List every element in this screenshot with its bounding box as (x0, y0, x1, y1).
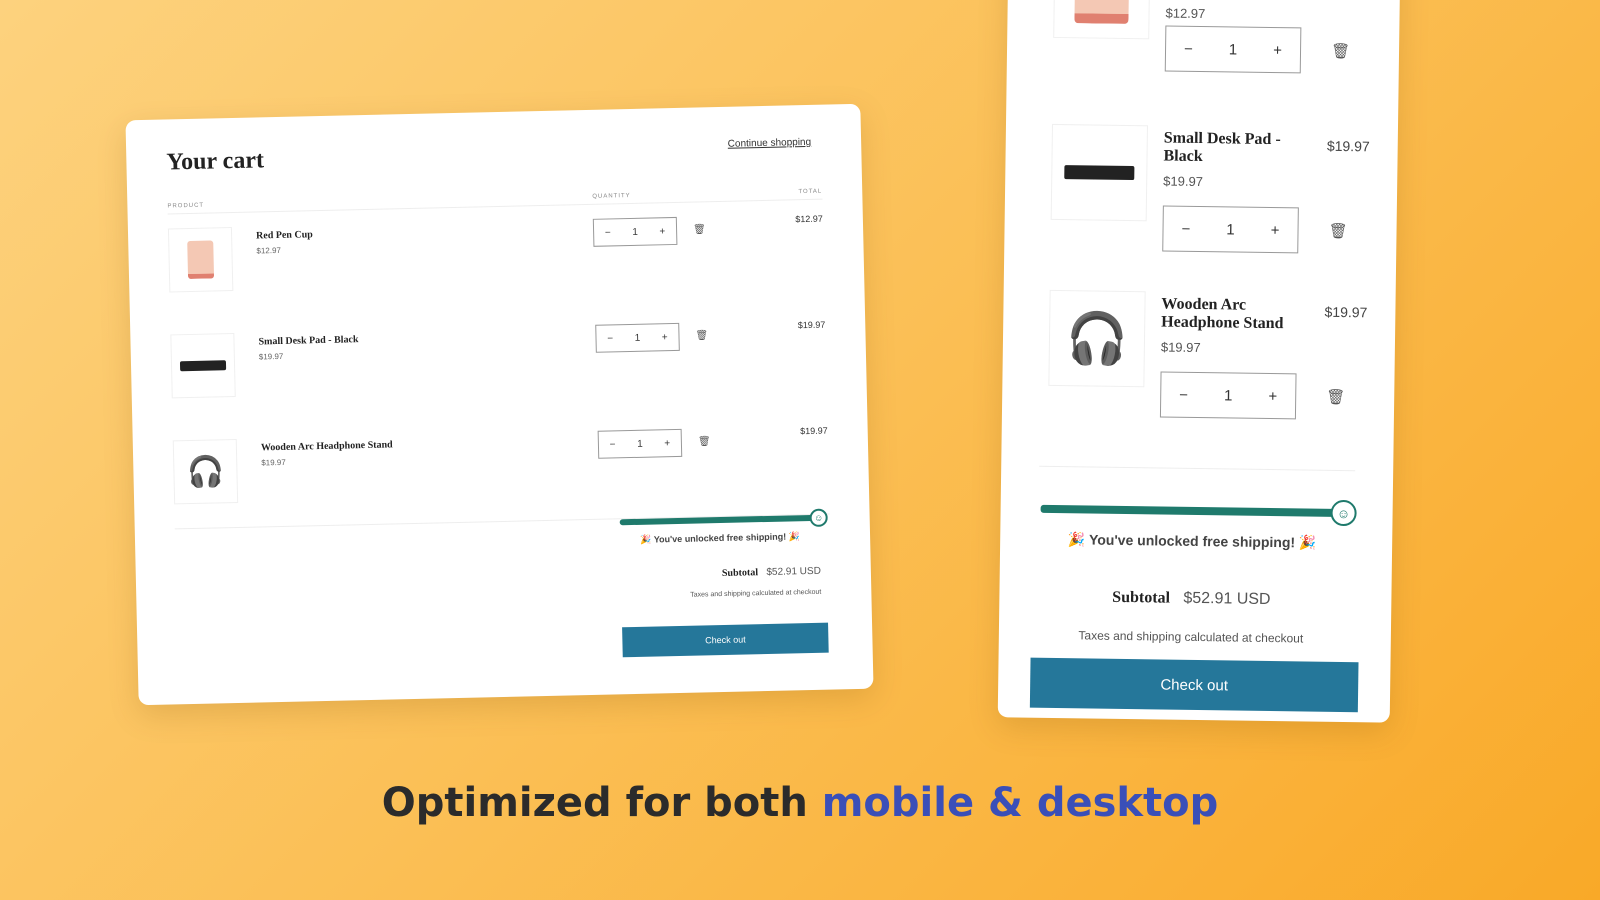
col-total: TOTAL (798, 188, 823, 196)
quantity-value[interactable]: 1 (632, 226, 638, 237)
shipping-message: 🎉 You've unlocked free shipping! 🎉 (1067, 531, 1317, 551)
table-header: PRODUCT QUANTITY TOTAL (166, 169, 823, 215)
mobile-cart: $12.97 − 1 + 🗑 Small Desk Pad - Black $19.… (997, 0, 1401, 723)
tagline-highlight: mobile & desktop (821, 780, 1219, 826)
quantity-stepper[interactable]: − 1 + (597, 428, 683, 459)
desk-pad-image (170, 332, 236, 399)
item-price: $12.97 (1165, 5, 1206, 22)
smile-icon: ☺ (809, 508, 828, 527)
desk-pad-image (1050, 123, 1148, 222)
plus-icon[interactable]: + (1271, 221, 1280, 238)
checkout-button[interactable]: Check out (1029, 657, 1359, 713)
item-price: $12.97 (256, 245, 282, 256)
plus-icon[interactable]: + (1268, 387, 1277, 404)
cart-row: Small Desk Pad - Black $19.97 − 1 + 🗑 $19.… (170, 320, 827, 427)
cart-row: 🎧 Wooden Arc Headphone Stand $19.97 $19.… (1029, 289, 1368, 461)
subtotal-value: $52.91 USD (1183, 589, 1271, 609)
item-total: $19.97 (797, 319, 826, 331)
item-name: Small Desk Pad - Black (1163, 129, 1281, 166)
cart-row: Red Pen Cup $12.97 − 1 + 🗑 $12.97 (167, 213, 825, 321)
minus-icon[interactable]: − (1179, 386, 1188, 403)
subtotal-value: $52.91 USD (766, 565, 821, 578)
plus-icon[interactable]: + (664, 438, 670, 449)
trash-icon[interactable]: 🗑 (1328, 222, 1347, 240)
headphone-stand-image: 🎧 (1048, 289, 1146, 388)
quantity-stepper[interactable]: − 1 + (1159, 371, 1297, 420)
plus-icon[interactable]: + (659, 226, 665, 237)
checkout-button[interactable]: Check out (622, 622, 829, 658)
quantity-value[interactable]: 1 (1224, 387, 1233, 404)
tagline: Optimized for both mobile & desktop (0, 780, 1600, 826)
subtotal-label: Subtotal (721, 567, 759, 579)
smile-icon: ☺ (1330, 499, 1357, 527)
item-total: $12.97 (795, 213, 823, 225)
minus-icon[interactable]: − (1181, 220, 1190, 237)
trash-icon[interactable]: 🗑 (698, 436, 711, 447)
pen-cup-image (167, 227, 234, 293)
cart-row: $12.97 − 1 + 🗑 (1034, 0, 1372, 128)
quantity-value[interactable]: 1 (637, 438, 643, 449)
item-total: $19.97 (800, 425, 828, 437)
item-name: Wooden Arc Headphone Stand (1161, 295, 1284, 333)
pen-cup-image (1053, 0, 1151, 40)
subtotal-label: Subtotal (1112, 588, 1171, 607)
shipping-progress-bar: ☺ (1040, 499, 1357, 527)
minus-icon[interactable]: − (1184, 40, 1193, 57)
item-price: $19.97 (1160, 339, 1201, 356)
shipping-message: 🎉 You've unlocked free shipping! 🎉 (640, 531, 801, 545)
plus-icon[interactable]: + (662, 332, 668, 343)
item-total: $19.97 (1324, 303, 1368, 321)
quantity-stepper[interactable]: − 1 + (1162, 205, 1299, 254)
item-price: $19.97 (258, 351, 284, 362)
continue-shopping-link[interactable]: Continue shopping (728, 137, 812, 150)
cart-footer: ☺ 🎉 You've unlocked free shipping! 🎉 Sub… (619, 508, 828, 601)
quantity-value[interactable]: 1 (635, 332, 641, 343)
col-quantity: QUANTITY (592, 192, 631, 200)
quantity-stepper[interactable]: − 1 + (1164, 25, 1302, 74)
quantity-value[interactable]: 1 (1226, 221, 1235, 238)
plus-icon[interactable]: + (1273, 42, 1282, 59)
trash-icon[interactable]: 🗑 (1331, 42, 1350, 60)
trash-icon[interactable]: 🗑 (693, 224, 706, 235)
desktop-cart: Your cart Continue shopping PRODUCT QUAN… (125, 103, 874, 706)
tax-note: Taxes and shipping calculated at checkou… (1078, 628, 1304, 646)
item-name: Wooden Arc Headphone Stand (260, 439, 393, 454)
quantity-stepper[interactable]: − 1 + (595, 322, 680, 353)
minus-icon[interactable]: − (607, 333, 613, 344)
item-name: Small Desk Pad - Black (258, 334, 359, 348)
item-price: $19.97 (261, 457, 286, 468)
minus-icon[interactable]: − (610, 439, 616, 450)
tagline-text: Optimized for both (381, 780, 822, 826)
minus-icon[interactable]: − (605, 227, 611, 238)
quantity-stepper[interactable]: − 1 + (592, 216, 678, 247)
trash-icon[interactable]: 🗑 (1326, 388, 1345, 406)
tax-note: Taxes and shipping calculated at checkou… (690, 588, 822, 599)
headphone-stand-image: 🎧 (172, 438, 239, 505)
page-title: Your cart (166, 147, 265, 176)
item-price: $19.97 (1163, 173, 1204, 190)
col-product: PRODUCT (167, 202, 205, 210)
item-name: Red Pen Cup (255, 229, 313, 242)
trash-icon[interactable]: 🗑 (695, 330, 708, 341)
quantity-value[interactable]: 1 (1229, 41, 1238, 58)
cart-footer: ☺ 🎉 You've unlocked free shipping! 🎉 Sub… (1027, 467, 1365, 647)
cart-row: Small Desk Pad - Black $19.97 $19.97 − 1 +… (1032, 123, 1370, 295)
item-total: $19.97 (1326, 137, 1370, 155)
